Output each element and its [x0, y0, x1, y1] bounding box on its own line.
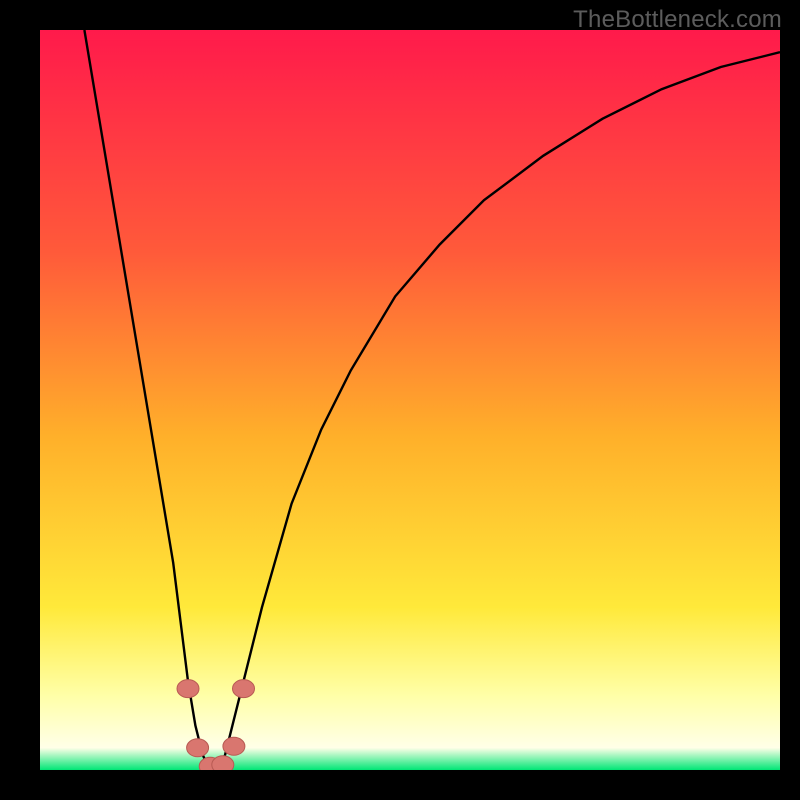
- bottleneck-chart: [40, 30, 780, 770]
- plot-area: [40, 30, 780, 770]
- curve-marker: [233, 680, 255, 698]
- curve-marker: [187, 739, 209, 757]
- curve-marker: [177, 680, 199, 698]
- curve-marker: [212, 756, 234, 770]
- chart-frame: TheBottleneck.com: [0, 0, 800, 800]
- gradient-background: [40, 30, 780, 770]
- curve-marker: [223, 737, 245, 755]
